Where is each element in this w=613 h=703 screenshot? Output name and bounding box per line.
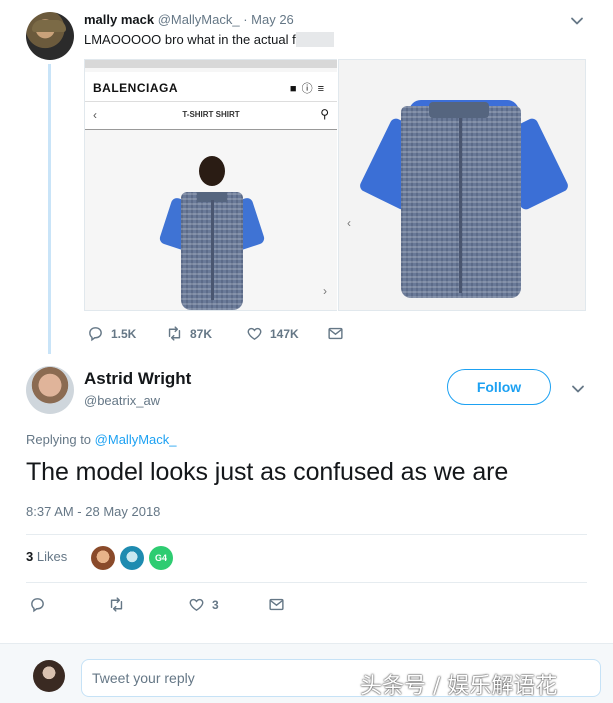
retweet-icon [110, 597, 123, 612]
likes-count: 3 [26, 549, 34, 564]
parent-tweet-header: mally mack @MallyMack_ · May 26 [84, 12, 294, 27]
liker-avatar[interactable]: G4 [149, 546, 173, 570]
media-image-website[interactable]: BALENCIAGA ■ⓘ≡ ‹ T-SHIRT SHIRT ⚲ › [84, 59, 337, 311]
retweet-action[interactable] [108, 596, 125, 613]
chevron-down-icon[interactable] [569, 13, 585, 29]
next-arrow-icon: › [323, 284, 327, 298]
follow-button[interactable]: Follow [447, 369, 551, 405]
retweet-action[interactable]: 87K [166, 325, 212, 342]
heart-icon [247, 327, 262, 341]
parent-handle[interactable]: @MallyMack_ [158, 12, 240, 27]
main-timestamp[interactable]: 8:37 AM - 28 May 2018 [26, 504, 160, 519]
like-count: 3 [212, 597, 219, 612]
main-avatar[interactable] [26, 366, 74, 414]
message-action[interactable] [327, 325, 344, 342]
main-display-name[interactable]: Astrid Wright [84, 369, 191, 389]
message-icon [328, 327, 343, 340]
main-handle[interactable]: @beatrix_aw [84, 393, 160, 408]
product-shirt [339, 60, 585, 310]
liker-avatar[interactable] [91, 546, 115, 570]
divider [26, 534, 587, 535]
reply-count: 1.5K [111, 326, 137, 341]
replying-mention-link[interactable]: @MallyMack_ [95, 432, 177, 447]
likes-summary[interactable]: 3 Likes [26, 549, 67, 564]
reply-icon [31, 598, 44, 613]
likes-label: Likes [36, 549, 68, 564]
replying-prefix: Replying to [26, 432, 92, 447]
watermark: 头条号 / 娱乐解语花 [360, 674, 558, 699]
main-tweet-text: The model looks just as confused as we a… [26, 458, 509, 486]
divider [26, 582, 587, 583]
heart-icon [189, 598, 204, 612]
reply-action[interactable] [29, 596, 46, 613]
like-action[interactable]: 147K [246, 325, 299, 342]
parent-separator: · [243, 12, 248, 27]
current-user-avatar[interactable] [33, 660, 65, 692]
message-action[interactable] [268, 596, 285, 613]
parent-tweet-text-row: LMAOOOOO bro what in the actual f [84, 32, 334, 47]
media-image-product[interactable]: ‹ [338, 59, 586, 311]
model-figure [85, 60, 337, 310]
replying-to-line: Replying to @MallyMack_ [26, 432, 177, 447]
message-icon [269, 598, 284, 611]
liker-badge: G4 [154, 553, 167, 563]
like-action[interactable]: 3 [188, 596, 219, 613]
parent-avatar[interactable] [26, 12, 74, 60]
like-count: 147K [270, 326, 299, 341]
reply-action[interactable]: 1.5K [87, 325, 136, 342]
chevron-down-icon[interactable] [570, 381, 586, 397]
retweet-count: 87K [190, 326, 213, 341]
liker-avatar[interactable] [120, 546, 144, 570]
retweet-icon [168, 326, 181, 341]
parent-display-name[interactable]: mally mack [84, 12, 154, 27]
thread-line [48, 64, 51, 354]
parent-date[interactable]: May 26 [251, 12, 294, 27]
censor-block [295, 32, 334, 47]
reply-icon [89, 327, 102, 342]
parent-tweet-text: LMAOOOOO bro what in the actual f [84, 32, 296, 47]
